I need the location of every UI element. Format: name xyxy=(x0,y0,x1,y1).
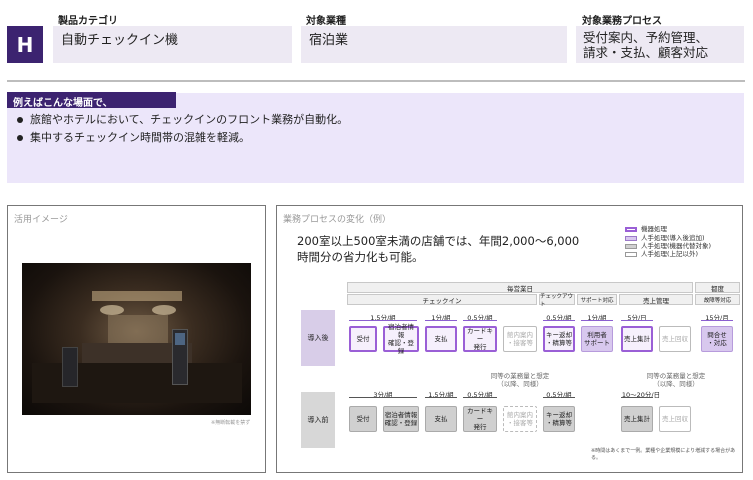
legend-replaced-swatch xyxy=(625,244,637,249)
before-step-reception: 受付 xyxy=(349,406,377,432)
lamp-shade xyxy=(152,305,176,315)
before-time-line xyxy=(543,397,575,398)
before-step-guidance: 館内案内 ・接客等 xyxy=(503,406,537,432)
after-step-reception: 受付 xyxy=(349,326,377,352)
process-panel-title: 業務プロセスの変化（例） xyxy=(283,215,392,225)
before-time-line xyxy=(463,397,497,398)
after-step-user-support: 利用者 サポート xyxy=(581,326,613,352)
process-value: 受付案内、予約管理、 請求・支払、顧客対応 xyxy=(576,26,744,63)
legend-other: 人手処理(上記以外) xyxy=(641,250,699,258)
header-divider xyxy=(7,80,745,82)
legend-added: 人手処理(導入後追加) xyxy=(641,234,705,242)
example-tag: 例えばこんな場面で、 xyxy=(7,92,176,109)
example-bullet-text: 集中するチェックイン時間帯の混雑を軽減。 xyxy=(30,131,250,144)
after-time-line xyxy=(621,320,653,321)
legend-machine: 機器処理 xyxy=(641,225,667,233)
after-time-line xyxy=(463,320,497,321)
before-step-sales-total: 売上集計 xyxy=(621,406,653,432)
before-step-sales-collect: 売上回収 xyxy=(659,406,691,432)
process-footnote: ※時間はあくまで一例。業種や企業規模により増減する場合がある。 xyxy=(591,448,736,461)
after-step-sales-total: 売上集計 xyxy=(621,326,653,352)
industry-label: 対象業種 xyxy=(306,16,346,27)
band-anytime: 都度 xyxy=(695,282,740,293)
lit-wall xyxy=(108,315,168,345)
process-headline-line1: 200室以上500室未満の店舗では、年間2,000～6,000 xyxy=(297,234,580,248)
ceiling-light-strip xyxy=(92,291,182,301)
example-bullet-text: 旅館やホテルにおいて、チェックインのフロント業務が自動化。 xyxy=(30,113,349,126)
bullet-dot-icon xyxy=(17,117,23,123)
process-label: 対象業務プロセス xyxy=(582,16,662,27)
band-sales: 売上管理 xyxy=(619,294,693,305)
after-step-cardkey: カードキー 発行 xyxy=(463,326,497,352)
before-time-line xyxy=(621,397,653,398)
legend-added-swatch xyxy=(625,236,637,241)
before-step-key-return: キー返却 ・精算等 xyxy=(543,406,575,432)
example-bullet-2: 集中するチェックイン時間帯の混雑を軽減。 xyxy=(7,130,250,146)
process-headline-line2: 時間分の省力化も可能。 xyxy=(297,250,424,264)
same-workload-note-right: 同等の業務量と想定 （以降、同様） xyxy=(646,372,706,388)
before-time-line xyxy=(349,397,417,398)
process-panel: 業務プロセスの変化（例） 200室以上500室未満の店舗では、年間2,000～6… xyxy=(276,205,743,473)
process-value-line2: 請求・支払、顧客対応 xyxy=(583,45,709,60)
after-step-inquiry: 問合せ ・対応 xyxy=(701,326,733,352)
process-value-line1: 受付案内、予約管理、 xyxy=(583,30,709,45)
after-time-line xyxy=(581,320,613,321)
after-step-key-return: キー返却 ・精算等 xyxy=(543,326,575,352)
example-bullet-1: 旅館やホテルにおいて、チェックインのフロント業務が自動化。 xyxy=(7,112,348,128)
image-note: ※無断転載を禁ず xyxy=(211,420,251,426)
before-step-cardkey: カードキー 発行 xyxy=(463,406,497,432)
lamp-shade xyxy=(100,305,124,315)
band-failure: 故障等対応 xyxy=(695,294,740,305)
kiosk-screen xyxy=(175,333,185,345)
category-label: 製品カテゴリ xyxy=(58,16,118,27)
after-time-line xyxy=(425,320,457,321)
category-letter-badge: H xyxy=(7,26,43,63)
after-step-guest-info: 宿泊者情報 確認・登録 xyxy=(383,323,419,355)
after-time-line xyxy=(701,320,733,321)
band-checkout: チェックアウト xyxy=(539,293,575,308)
hotel-lobby-photo xyxy=(22,263,251,415)
after-time-line xyxy=(543,320,575,321)
industry-value: 宿泊業 xyxy=(301,26,567,63)
bullet-dot-icon xyxy=(17,135,23,141)
before-step-payment: 支払 xyxy=(425,406,457,432)
image-panel-title: 活用イメージ xyxy=(14,215,68,225)
before-time-line xyxy=(425,397,457,398)
lane-after-label: 導入後 xyxy=(301,310,335,366)
after-step-payment: 支払 xyxy=(425,326,457,352)
image-panel: 活用イメージ ※無断転載を禁ず xyxy=(7,205,266,473)
band-daily: 毎営業日 xyxy=(347,282,693,293)
before-step-guest-info: 宿泊者情報 確認・登録 xyxy=(383,406,419,432)
same-workload-note-left: 同等の業務量と想定 （以降、同様） xyxy=(490,372,550,388)
band-checkin: チェックイン xyxy=(347,294,537,305)
band-support: サポート対応 xyxy=(577,294,617,305)
legend-machine-swatch xyxy=(625,227,637,232)
legend-other-swatch xyxy=(625,252,637,257)
after-step-guidance: 館内案内 ・接客等 xyxy=(503,326,537,352)
after-time-line xyxy=(349,320,417,321)
checkin-kiosk xyxy=(62,347,78,387)
legend-replaced: 人手処理(機器代替対象) xyxy=(641,242,712,250)
lane-before-label: 導入前 xyxy=(301,392,335,448)
category-value: 自動チェックイン機 xyxy=(53,26,292,63)
after-step-sales-collect: 売上回収 xyxy=(659,326,691,352)
